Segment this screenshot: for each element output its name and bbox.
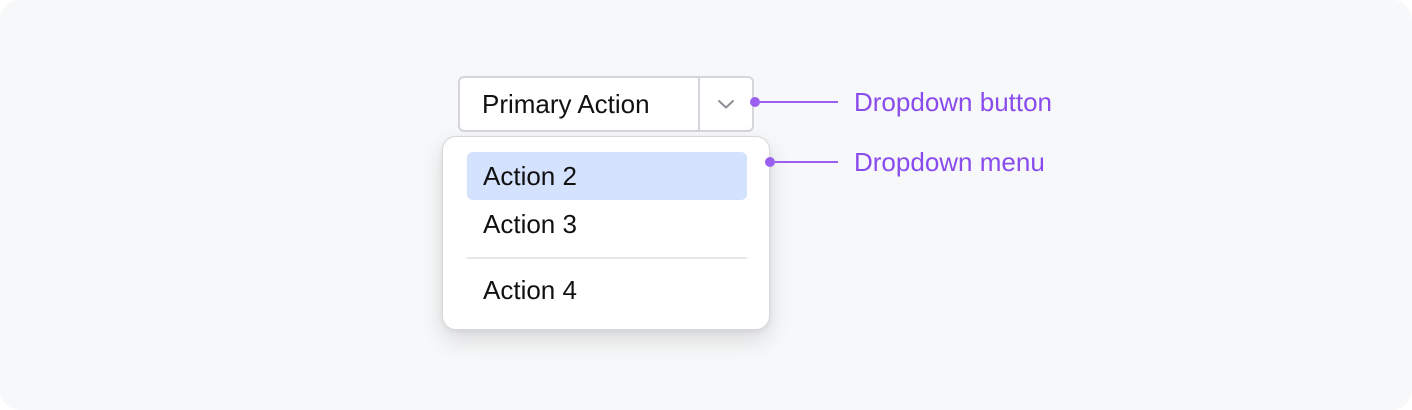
callout-leader-line [775,161,838,163]
callout-dot [765,157,775,167]
callout-dropdown-menu: Dropdown menu [765,147,1045,177]
dropdown-toggle-button[interactable] [700,78,752,130]
callout-dropdown-button: Dropdown button [750,87,1052,117]
menu-item-label: Action 4 [483,274,577,305]
chevron-down-icon [718,100,734,109]
menu-item-action-2[interactable]: Action 2 [467,152,747,200]
callout-label: Dropdown menu [854,146,1045,177]
dropdown-menu: Action 2 Action 3 Action 4 [442,136,770,330]
dropdown-split-button: Primary Action [458,76,754,132]
menu-item-label: Action 3 [483,208,577,239]
menu-item-label: Action 2 [483,160,577,191]
primary-action-button[interactable]: Primary Action [460,78,700,130]
menu-item-action-4[interactable]: Action 4 [467,266,747,314]
menu-divider [467,257,747,259]
menu-item-action-3[interactable]: Action 3 [467,200,747,248]
callout-dot [750,97,760,107]
diagram-canvas: Primary Action Action 2 Action 3 Action … [0,0,1412,410]
callout-label: Dropdown button [854,86,1053,117]
primary-action-label: Primary Action [482,88,650,119]
callout-leader-line [760,101,838,103]
